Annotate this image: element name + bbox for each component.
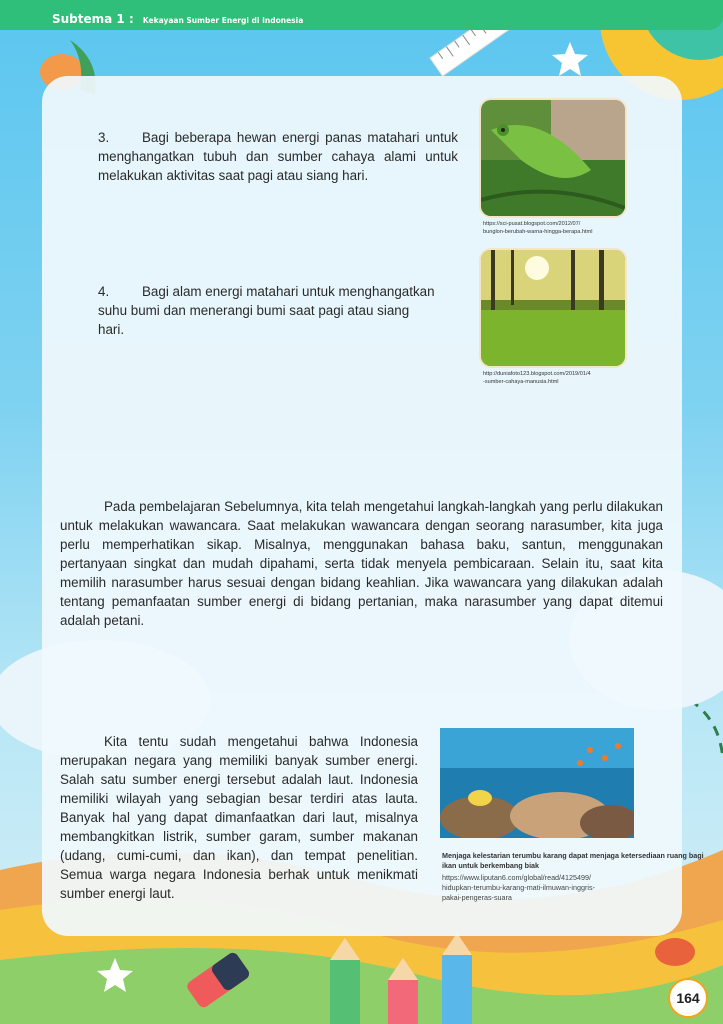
item-3-source: https://sci-pusat.blogspot.com/2012/07/ … — [483, 220, 643, 236]
item-3-source-line-2: bunglon-berubah-warna-hingga-berapa.html — [483, 229, 593, 235]
item-3-source-line-1: https://sci-pusat.blogspot.com/2012/07/ — [483, 221, 581, 227]
interview-paragraph: Pada pembelajaran Sebelumnya, kita telah… — [60, 499, 663, 628]
item-3-body: Bagi beberapa hewan energi panas matahar… — [98, 130, 458, 183]
forest-sunlight-image — [479, 248, 627, 368]
subtheme-title: Kekayaan Sumber Energi di Indonesia — [142, 16, 304, 25]
chameleon-image — [479, 98, 627, 218]
item-4-number: 4. — [98, 284, 110, 299]
coral-caption-source: https://www.liputan6.com/global/read/412… — [442, 873, 704, 903]
coral-source-line-3: pakai-pengeras-suara — [442, 893, 512, 902]
item-4-body: Bagi alam energi matahari untuk menghang… — [98, 284, 435, 337]
item-4-source-line-1: http://duniafoto123.blogspot.com/2019/01… — [483, 371, 591, 377]
page-number: 164 — [668, 978, 708, 1018]
sea-energy-paragraph: Kita tentu sudah mengetahui bahwa Indone… — [60, 734, 418, 901]
coral-source-line-2: hidupkan-terumbu-karang-mati-ilmuwan-ing… — [442, 883, 595, 892]
coral-reef-picture — [440, 728, 634, 838]
item-4-source: http://duniafoto123.blogspot.com/2019/01… — [483, 370, 643, 386]
item-3-text: 3. Bagi beberapa hewan energi panas matah… — [98, 128, 458, 185]
coral-caption-title: Menjaga kelestarian terumbu karang dapat… — [442, 851, 704, 870]
forest-picture — [481, 250, 625, 366]
chameleon-picture — [481, 100, 625, 216]
item-3-number: 3. — [98, 130, 110, 145]
coral-source-line-1: https://www.liputan6.com/global/read/412… — [442, 873, 592, 882]
subtheme-label: Subtema 1 : — [52, 12, 134, 26]
item-4-text: 4. Bagi alam energi matahari untuk mengha… — [98, 282, 438, 339]
item-4-source-line-2: -sumber-cahaya-manusia.html — [483, 379, 559, 385]
header-title: Subtema 1 : Kekayaan Sumber Energi di In… — [52, 8, 303, 27]
coral-reef-image — [440, 728, 634, 838]
